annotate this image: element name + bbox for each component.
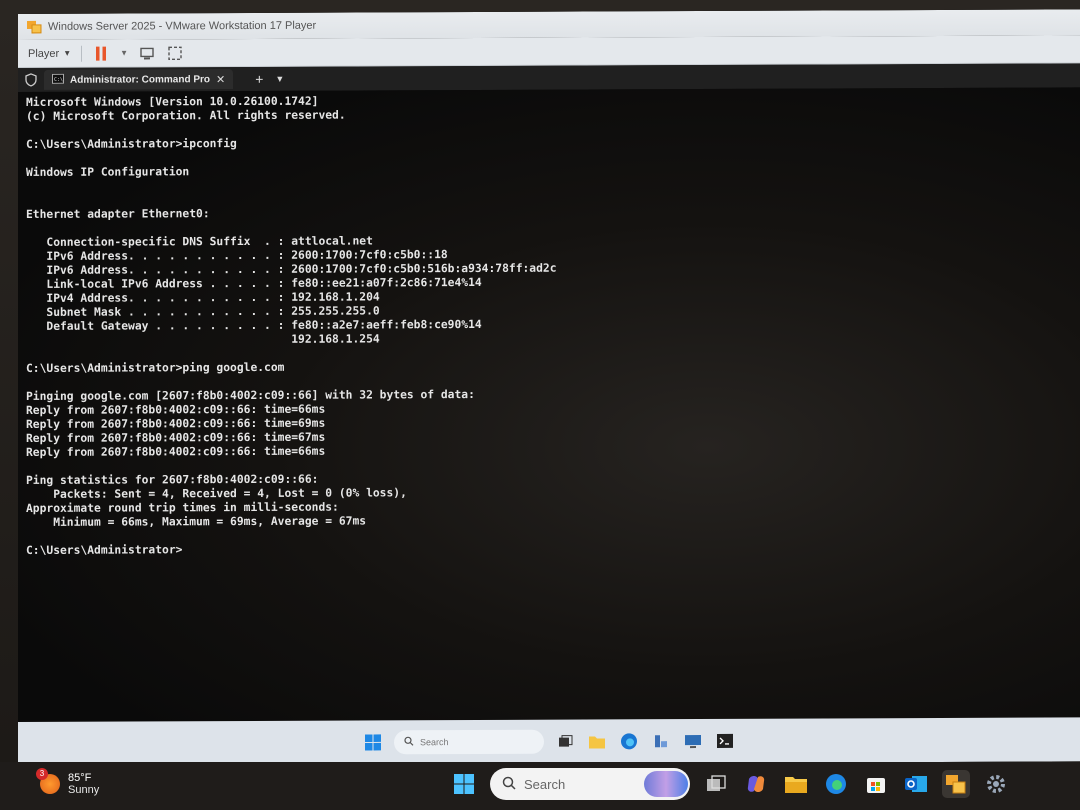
- search-highlight-icon: [644, 771, 688, 797]
- vm-taskbar: Search: [18, 717, 1080, 766]
- weather-condition: Sunny: [68, 784, 100, 796]
- new-tab-icon[interactable]: +: [255, 71, 263, 87]
- vm-search-placeholder: Search: [420, 737, 449, 748]
- notification-badge: 3: [36, 768, 48, 780]
- windows-start-icon[interactable]: [450, 770, 478, 798]
- chevron-down-icon[interactable]: ▼: [275, 74, 284, 84]
- server-manager-icon[interactable]: [650, 730, 672, 752]
- copilot-icon[interactable]: [742, 770, 770, 798]
- tab-label: Administrator: Command Pro: [70, 73, 211, 86]
- pause-dropdown-icon[interactable]: ▼: [120, 49, 128, 58]
- vm-window-title: Windows Server 2025 - VMware Workstation…: [48, 19, 317, 33]
- task-view-icon[interactable]: [702, 770, 730, 798]
- vm-search-box[interactable]: Search: [394, 729, 544, 755]
- edge-browser-icon[interactable]: [822, 770, 850, 798]
- outlook-icon[interactable]: [902, 770, 930, 798]
- fullscreen-icon[interactable]: [166, 44, 184, 62]
- player-menu[interactable]: Player ▼: [28, 47, 71, 59]
- weather-widget[interactable]: 3 85°F Sunny: [36, 768, 100, 796]
- send-ctrl-alt-del-icon[interactable]: [138, 44, 156, 62]
- host-search-box[interactable]: Search: [490, 768, 690, 800]
- edge-browser-icon[interactable]: [618, 730, 640, 752]
- vmware-player-icon[interactable]: [942, 770, 970, 798]
- player-menu-label: Player: [28, 47, 60, 60]
- host-taskbar: 3 85°F Sunny Search: [0, 762, 1080, 810]
- settings-gear-icon[interactable]: [982, 770, 1010, 798]
- file-explorer-icon[interactable]: [586, 730, 608, 752]
- microsoft-store-icon[interactable]: [862, 770, 890, 798]
- file-explorer-icon[interactable]: [782, 770, 810, 798]
- shield-icon: [24, 73, 38, 87]
- console-output[interactable]: Microsoft Windows [Version 10.0.26100.17…: [18, 87, 1080, 743]
- remote-desktop-icon[interactable]: [682, 730, 704, 752]
- pause-icon[interactable]: [92, 44, 110, 62]
- weather-temperature: 85°F: [68, 772, 92, 784]
- vmware-logo-icon: [26, 20, 42, 34]
- close-icon[interactable]: ✕: [216, 73, 225, 86]
- toolbar-divider: [81, 45, 83, 62]
- chevron-down-icon: ▼: [63, 48, 72, 58]
- task-view-icon[interactable]: [554, 731, 576, 753]
- cmd-icon: C:\: [52, 71, 64, 89]
- tab-command-prompt[interactable]: C:\ Administrator: Command Pro ✕: [44, 69, 234, 90]
- svg-text:C:\: C:\: [54, 77, 63, 83]
- vmware-window: Windows Server 2025 - VMware Workstation…: [18, 9, 1080, 766]
- sun-icon: 3: [36, 768, 60, 794]
- host-taskbar-apps: Search: [450, 768, 1010, 800]
- terminal-app-icon[interactable]: [714, 730, 736, 752]
- host-search-placeholder: Search: [524, 776, 566, 792]
- search-icon: [502, 776, 516, 793]
- windows-start-icon[interactable]: [362, 731, 384, 753]
- search-icon: [404, 736, 414, 748]
